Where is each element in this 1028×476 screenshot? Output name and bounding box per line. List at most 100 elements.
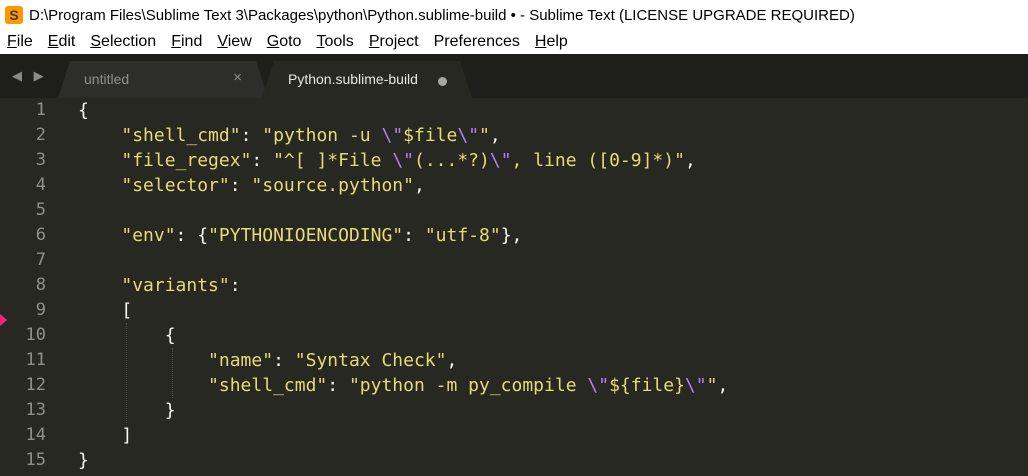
line-number: 9 [35, 300, 46, 320]
line-number: 2 [35, 125, 46, 145]
code-line[interactable]: [ [78, 298, 132, 323]
code-token: \" [381, 125, 404, 146]
code-line[interactable]: "shell_cmd": "python -m py_compile \"${f… [78, 373, 728, 398]
code-token: \" [457, 125, 480, 146]
code-token: "python -u [262, 125, 382, 146]
code-line[interactable]: "selector": "source.python", [78, 173, 425, 198]
menu-item-tools[interactable]: Tools [309, 33, 361, 51]
title-bar: S D:\Program Files\Sublime Text 3\Packag… [0, 0, 1028, 30]
close-icon[interactable]: × [233, 69, 242, 86]
code-token: { [78, 100, 89, 121]
code-token: : { [175, 225, 209, 246]
code-token: , [684, 150, 696, 171]
menu-item-help[interactable]: Help [528, 33, 576, 51]
code-token: "python -m py_compile [348, 375, 588, 396]
menu-item-goto[interactable]: Goto [260, 33, 310, 51]
code-token: ] [78, 425, 133, 446]
code-line[interactable]: ] [78, 423, 132, 448]
menu-item-view[interactable]: View [210, 33, 259, 51]
sublime-text-app-icon: S [5, 6, 23, 24]
code-token: : [327, 375, 349, 396]
code-token: \" [489, 150, 512, 171]
window-title: D:\Program Files\Sublime Text 3\Packages… [29, 6, 855, 24]
code-token: "PYTHONIOENCODING" [208, 225, 404, 246]
menu-item-preferences[interactable]: Preferences [427, 33, 528, 51]
code-token: : [229, 175, 252, 196]
code-line[interactable]: "variants": [78, 273, 241, 298]
code-token: }, [500, 225, 523, 246]
code-token: \" [684, 375, 707, 396]
tab-bar: ◀ ▶ untitled × Python.sublime-build [0, 54, 1028, 98]
line-number: 6 [35, 225, 46, 245]
line-number: 13 [25, 400, 46, 420]
code-token: " [706, 375, 718, 396]
code-token: "env" [121, 225, 176, 246]
menu-bar: File Edit Selection Find View Goto Tools Projec… [0, 30, 1028, 54]
code-line[interactable]: { [78, 98, 89, 123]
code-token: "name" [208, 350, 274, 371]
code-token: : [240, 125, 263, 146]
line-number-gutter: 1 2 3 4 5 6 7 8 9 10 11 12 13 14 15 [0, 98, 58, 476]
code-line[interactable]: "env": {"PYTHONIOENCODING": "utf-8"}, [78, 223, 522, 248]
tab-python-sublime-build[interactable]: Python.sublime-build [262, 61, 472, 98]
code-token: : [229, 275, 241, 296]
code-token: : [403, 225, 425, 246]
code-token: , [717, 375, 729, 396]
code-token: $file [403, 125, 458, 146]
menu-item-file[interactable]: File [0, 33, 41, 51]
menu-item-selection[interactable]: Selection [83, 33, 164, 51]
line-number: 8 [35, 275, 46, 295]
indent-guide [172, 348, 173, 398]
code-token: \" [587, 375, 610, 396]
code-token: "utf-8" [424, 225, 501, 246]
code-line[interactable]: "file_regex": "^[ ]*File \"(...*?)\", li… [78, 148, 696, 173]
tab-nav-arrows-icon[interactable]: ◀ ▶ [12, 68, 48, 84]
code-token: "source.python" [251, 175, 414, 196]
indent-guide [126, 323, 127, 423]
line-number: 4 [35, 175, 46, 195]
code-token: "file_regex" [121, 150, 252, 171]
unsaved-dot-icon[interactable] [438, 77, 447, 86]
line-number: 12 [25, 375, 46, 395]
editor-area[interactable]: 1 2 3 4 5 6 7 8 9 10 11 12 13 14 15 { "shell_cmd": "py… [0, 98, 1028, 476]
tab-untitled[interactable]: untitled × [58, 61, 268, 98]
code-token: "^[ ]*File [273, 150, 393, 171]
code-line[interactable]: } [78, 448, 89, 473]
code-token: "selector" [121, 175, 230, 196]
code-token: , line ([0-9]*)" [511, 150, 685, 171]
code-token: "variants" [121, 275, 230, 296]
tab-label: Python.sublime-build [288, 71, 418, 87]
menu-item-project[interactable]: Project [362, 33, 427, 51]
line-number: 11 [25, 350, 46, 370]
code-token: ${file} [609, 375, 685, 396]
code-token: } [78, 450, 89, 471]
tab-label: untitled [84, 71, 130, 87]
code-token: : [251, 150, 274, 171]
code-token: \" [392, 150, 414, 171]
line-number: 14 [25, 425, 46, 445]
code-token: : [273, 350, 295, 371]
code-token: , [446, 350, 458, 371]
line-number: 3 [35, 150, 46, 170]
code-token: , [489, 125, 501, 146]
code-line[interactable]: "shell_cmd": "python -u \"$file\"", [78, 123, 501, 148]
code-token: " [479, 125, 490, 146]
menu-item-edit[interactable]: Edit [41, 33, 84, 51]
line-number: 15 [25, 450, 46, 470]
line-number: 7 [35, 250, 46, 270]
code-token: (...*?) [414, 150, 490, 171]
line-number: 5 [35, 200, 46, 220]
code-token: "shell_cmd" [121, 125, 241, 146]
line-number: 10 [25, 325, 46, 345]
code-token: "Syntax Check" [294, 350, 447, 371]
menu-item-find[interactable]: Find [164, 33, 210, 51]
code-line[interactable]: "name": "Syntax Check", [78, 348, 457, 373]
code-token: , [413, 175, 425, 196]
